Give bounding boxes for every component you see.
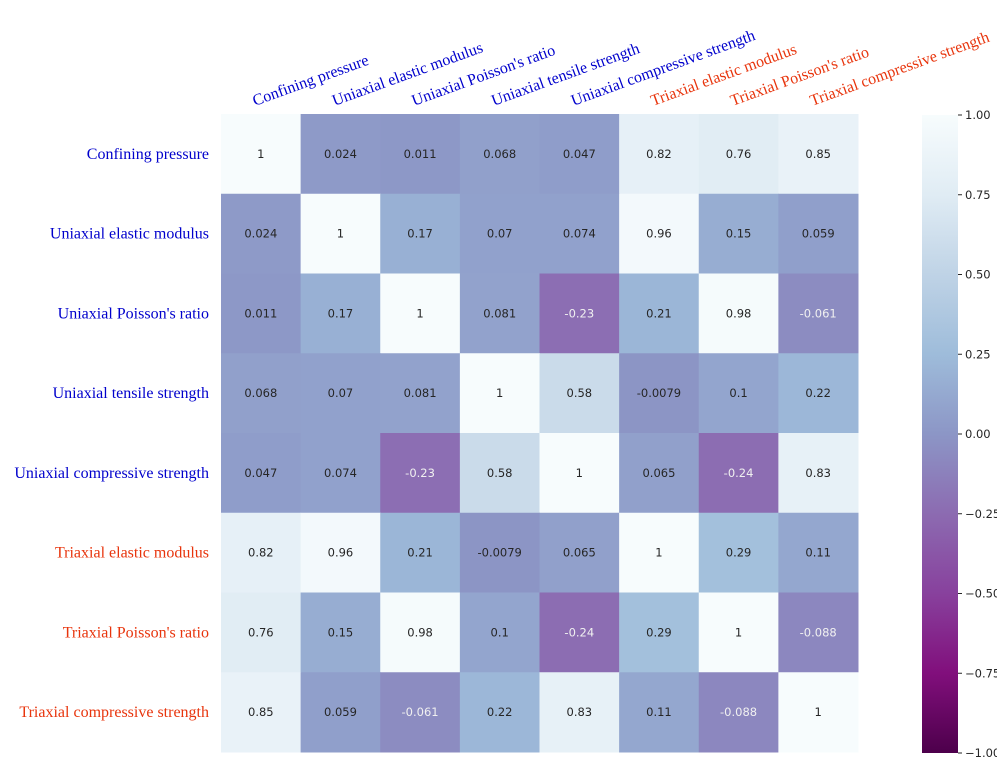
correlation-heatmap: 1 0.024 0.011 0.068 0.047 0.82 0.76 0.85 0.024 1 0…	[14, 27, 997, 760]
cell-annotation: 0.22	[805, 386, 831, 400]
cell-annotation: 0.1	[491, 625, 509, 639]
cell-annotation: 0.83	[567, 705, 593, 719]
colorbar-tick-label: 0.25	[965, 347, 991, 361]
y-tick-label: Uniaxial tensile strength	[53, 385, 209, 402]
cell-annotation: 0.83	[805, 466, 831, 480]
x-axis-labels: Confining pressureUniaxial elastic modul…	[250, 27, 991, 110]
cell-annotation: 0.21	[407, 546, 433, 560]
y-axis-labels: Confining pressure Uniaxial elastic modul…	[14, 146, 209, 721]
cell-annotation: 0.98	[726, 306, 752, 320]
cell-annotation: 0.11	[805, 546, 831, 560]
cell-annotation: 0.011	[404, 147, 437, 161]
cell-annotation: 0.065	[642, 466, 675, 480]
colorbar: 1.00 0.75 0.50 0.25 0.00 −0.25 −0.50 −0.75 −1.00	[922, 108, 997, 760]
cell-annotation: 0.22	[487, 705, 513, 719]
cell-annotation: 0.15	[726, 227, 752, 241]
y-tick-label: Triaxial compressive strength	[19, 704, 209, 721]
cell-annotation: 0.21	[646, 306, 672, 320]
cell-annotation: -0.23	[405, 466, 435, 480]
cell-annotation: 0.059	[802, 227, 835, 241]
cell-annotation: 0.047	[244, 466, 277, 480]
cell-annotation: 0.29	[646, 625, 672, 639]
cell-annotation: 0.17	[328, 306, 354, 320]
colorbar-ticks: 1.00 0.75 0.50 0.25 0.00 −0.25 −0.50 −0.75 −1.00	[958, 108, 997, 760]
cell-annotation: 0.07	[487, 227, 513, 241]
colorbar-tick-label: −0.50	[965, 587, 997, 601]
cell-annotation: 1	[576, 466, 583, 480]
cell-annotation: 0.58	[567, 386, 593, 400]
cell-annotation: 0.068	[244, 386, 277, 400]
cell-annotation: -0.24	[564, 625, 594, 639]
colorbar-tick-label: 0.00	[965, 427, 991, 441]
cell-annotation: 1	[815, 705, 822, 719]
cell-annotation: 0.96	[646, 227, 672, 241]
cell-annotation: 0.024	[324, 147, 357, 161]
cell-annotation: 0.1	[729, 386, 747, 400]
cell-annotation: 0.98	[407, 625, 433, 639]
cell-annotation: 0.76	[726, 147, 752, 161]
cell-annotation: -0.061	[402, 705, 439, 719]
cell-annotation: 0.82	[646, 147, 672, 161]
cell-annotation: 0.85	[248, 705, 274, 719]
cell-annotation: 0.82	[248, 546, 274, 560]
cell-annotation: 0.07	[328, 386, 354, 400]
colorbar-tick-label: −1.00	[965, 746, 997, 760]
cell-annotation: 1	[496, 386, 503, 400]
cell-annotation: 0.011	[244, 306, 277, 320]
y-tick-label: Triaxial Poisson's ratio	[63, 624, 209, 641]
cell-annotation: 1	[416, 306, 423, 320]
cell-annotation: 0.081	[483, 306, 516, 320]
cell-annotation: -0.24	[724, 466, 754, 480]
cell-annotation: 0.059	[324, 705, 357, 719]
cell-annotation: 0.11	[646, 705, 672, 719]
y-tick-label: Uniaxial compressive strength	[14, 465, 209, 482]
cell-annotation: -0.088	[720, 705, 757, 719]
cell-annotation: 0.85	[805, 147, 831, 161]
cell-annotation: 0.17	[407, 227, 433, 241]
cell-annotation: 0.074	[324, 466, 357, 480]
cell-annotation: 0.047	[563, 147, 596, 161]
cell-annotation: 0.024	[244, 227, 277, 241]
cell-annotation: 1	[337, 227, 344, 241]
cell-annotation: 0.29	[726, 546, 752, 560]
cell-annotation: -0.0079	[477, 546, 521, 560]
x-tick-label: Triaxial Poisson's ratio	[728, 44, 871, 110]
cell-annotation: -0.061	[800, 306, 837, 320]
colorbar-tick-label: −0.25	[965, 507, 997, 521]
y-tick-label: Confining pressure	[87, 146, 209, 163]
cell-annotation: 0.96	[328, 546, 354, 560]
colorbar-tick-label: 0.50	[965, 268, 991, 282]
colorbar-tick-label: 0.75	[965, 188, 991, 202]
colorbar-tick-label: 1.00	[965, 108, 991, 122]
cell-annotation: 0.074	[563, 227, 596, 241]
cell-annotation: -0.0079	[637, 386, 681, 400]
cell-annotation: 1	[735, 625, 742, 639]
cell-annotation: 1	[257, 147, 264, 161]
cell-annotation: 0.068	[483, 147, 516, 161]
y-tick-label: Triaxial elastic modulus	[55, 545, 209, 562]
heatmap-cells	[221, 114, 859, 753]
colorbar-tick-label: −0.75	[965, 666, 997, 680]
cell-annotation: 1	[655, 546, 662, 560]
cell-annotation: 0.065	[563, 546, 596, 560]
cell-annotation: 0.76	[248, 625, 274, 639]
cell-annotation: 0.081	[404, 386, 437, 400]
colorbar-gradient	[922, 115, 958, 753]
cell-annotation: -0.23	[564, 306, 594, 320]
cell-annotation: -0.088	[800, 625, 837, 639]
y-tick-label: Uniaxial elastic modulus	[50, 226, 209, 243]
cell-annotation: 0.15	[328, 625, 354, 639]
y-tick-label: Uniaxial Poisson's ratio	[58, 305, 209, 322]
cell-annotation: 0.58	[487, 466, 513, 480]
